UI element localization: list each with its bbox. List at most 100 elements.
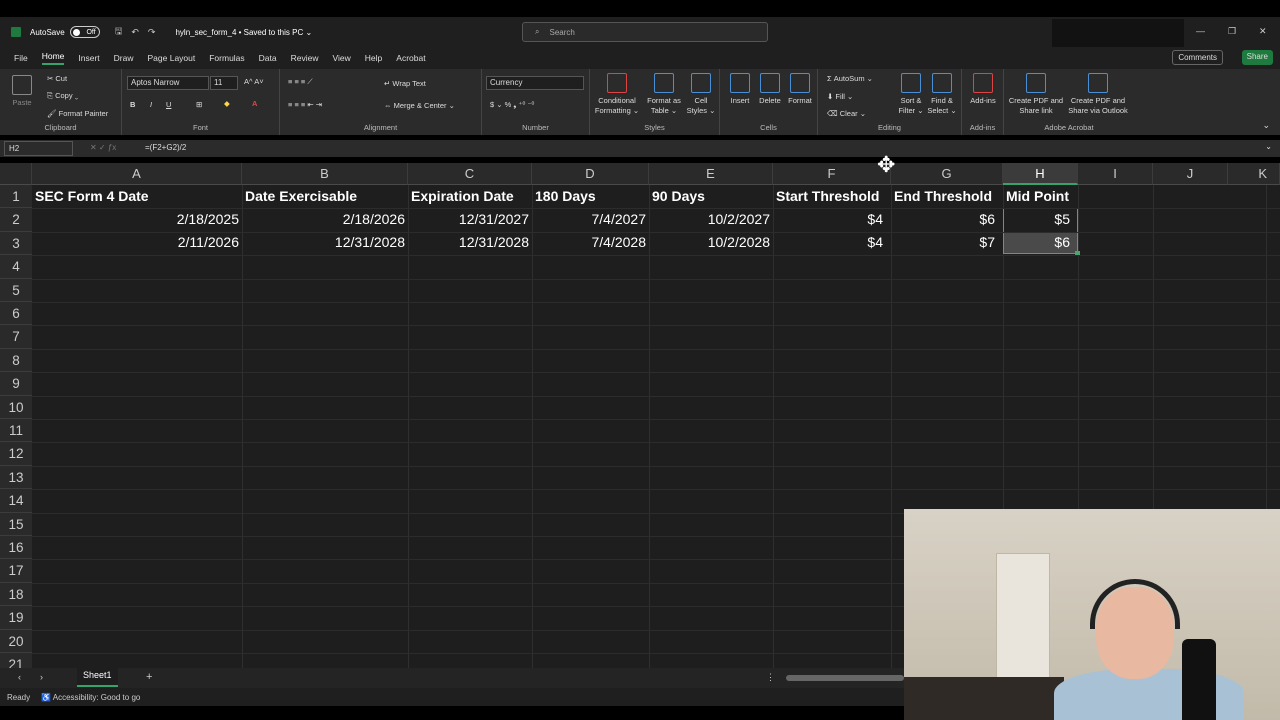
column-header-f[interactable]: F [773, 163, 891, 185]
cell-styles-button[interactable]: Cell Styles ⌄ [684, 73, 718, 116]
horizontal-scrollbar[interactable] [786, 675, 904, 681]
cell-d3[interactable]: 7/4/2028 [532, 231, 649, 254]
find-select-button[interactable]: Find & Select ⌄ [926, 73, 958, 116]
column-header-d[interactable]: D [532, 163, 649, 185]
cell-b2[interactable]: 2/18/2026 [242, 208, 408, 231]
add-sheet-icon[interactable]: + [146, 671, 152, 683]
cell-a1[interactable]: SEC Form 4 Date [32, 185, 242, 208]
column-header-b[interactable]: B [242, 163, 408, 185]
cell-f1[interactable]: Start Threshold [773, 185, 891, 208]
tab-draw[interactable]: Draw [114, 53, 134, 63]
column-header-c[interactable]: C [408, 163, 532, 185]
sort-filter-button[interactable]: Sort & Filter ⌄ [896, 73, 926, 116]
font-name-select[interactable]: Aptos Narrow [127, 76, 209, 90]
row-header-18[interactable]: 18 [0, 582, 32, 607]
cell-e2[interactable]: 10/2/2027 [649, 208, 773, 231]
merge-center-button[interactable]: ⇔ Merge & Center ⌄ [384, 101, 455, 110]
tab-view[interactable]: View [333, 53, 351, 63]
column-header-h[interactable]: H [1003, 163, 1078, 185]
cell-a2[interactable]: 2/18/2025 [32, 208, 242, 231]
row-header-7[interactable]: 7 [0, 325, 32, 349]
font-size-select[interactable]: 11 [210, 76, 238, 90]
column-header-a[interactable]: A [32, 163, 242, 185]
redo-icon[interactable]: ↷ [148, 27, 156, 38]
restore-icon[interactable]: ❐ [1228, 26, 1236, 37]
fill-button[interactable]: ⬇ Fill ⌄ [827, 92, 853, 101]
cell-d1[interactable]: 180 Days [532, 185, 649, 208]
conditional-formatting-button[interactable]: Conditional Formatting ⌄ [594, 73, 640, 116]
row-header-1[interactable]: 1 [0, 185, 32, 209]
row-header-16[interactable]: 16 [0, 536, 32, 560]
prev-sheet-icon[interactable]: ‹ [18, 672, 21, 682]
column-header-k[interactable]: K [1228, 163, 1280, 185]
search-box[interactable]: ⌕ Search [522, 22, 768, 42]
select-all-corner[interactable] [0, 163, 32, 185]
italic-button[interactable]: I [150, 100, 152, 109]
cell-a3[interactable]: 2/11/2026 [32, 231, 242, 254]
tab-splitter-icon[interactable]: ⋮ [766, 672, 775, 683]
tab-file[interactable]: File [14, 53, 28, 63]
row-header-10[interactable]: 10 [0, 395, 32, 419]
row-header-11[interactable]: 11 [0, 419, 32, 443]
cell-c2[interactable]: 12/31/2027 [408, 208, 532, 231]
row-header-3[interactable]: 3 [0, 231, 32, 256]
copy-button[interactable]: ⎘ Copy ⌄ [47, 91, 78, 101]
minimize-icon[interactable]: — [1196, 26, 1205, 36]
expand-formula-icon[interactable]: ⌄ [1265, 142, 1272, 151]
column-header-j[interactable]: J [1153, 163, 1228, 185]
cell-g1[interactable]: End Threshold [891, 185, 1003, 208]
grow-font-icon[interactable]: A^ A˅ [244, 77, 264, 86]
close-icon[interactable]: ✕ [1259, 26, 1267, 37]
save-icon[interactable]: 🖫 [115, 24, 123, 40]
cell-f3[interactable]: $4 [773, 231, 891, 254]
tab-help[interactable]: Help [365, 53, 382, 63]
currency-icon[interactable]: $ ⌄ % ❟ ⁺⁰ ⁻⁰ [490, 100, 534, 110]
row-header-2[interactable]: 2 [0, 208, 32, 232]
comments-button[interactable]: Comments [1172, 50, 1223, 65]
cell-c1[interactable]: Expiration Date [408, 185, 532, 208]
row-header-9[interactable]: 9 [0, 372, 32, 396]
align-top-icon[interactable]: ≡ ≡ ≡ ⟋ [288, 77, 313, 87]
column-header-i[interactable]: I [1078, 163, 1153, 185]
column-header-e[interactable]: E [649, 163, 773, 185]
autosave-toggle[interactable]: Off [69, 26, 100, 38]
row-header-5[interactable]: 5 [0, 278, 32, 302]
cell-g2[interactable]: $6 [891, 208, 1003, 231]
format-cells-button[interactable]: Format [786, 73, 814, 106]
row-header-14[interactable]: 14 [0, 489, 32, 513]
cell-e3[interactable]: 10/2/2028 [649, 231, 773, 254]
autosum-button[interactable]: Σ AutoSum ⌄ [827, 74, 873, 83]
undo-icon[interactable]: ↶ [131, 27, 139, 38]
cell-f2[interactable]: $4 [773, 208, 891, 231]
tab-acrobat[interactable]: Acrobat [396, 53, 425, 63]
font-color-icon[interactable]: A [252, 99, 257, 108]
cell-b3[interactable]: 12/31/2028 [242, 231, 408, 254]
addins-button[interactable]: Add-ins [966, 73, 1000, 106]
borders-icon[interactable]: ⊞ [196, 100, 202, 109]
next-sheet-icon[interactable]: › [40, 672, 43, 682]
row-header-20[interactable]: 20 [0, 629, 32, 653]
cut-button[interactable]: ✂ Cut [47, 74, 67, 83]
row-header-21[interactable]: 21 [0, 653, 32, 668]
row-header-19[interactable]: 19 [0, 606, 32, 630]
tab-data[interactable]: Data [259, 53, 277, 63]
number-format-select[interactable]: Currency [486, 76, 584, 90]
share-button[interactable]: Share [1241, 50, 1273, 65]
collapse-ribbon-icon[interactable]: ⌄ [1262, 120, 1270, 131]
tab-page-layout[interactable]: Page Layout [148, 53, 196, 63]
cell-d2[interactable]: 7/4/2027 [532, 208, 649, 231]
tab-review[interactable]: Review [291, 53, 319, 63]
create-pdf-link-button[interactable]: Create PDF and Share link [1008, 73, 1064, 116]
wrap-text-button[interactable]: ↵ Wrap Text [384, 79, 426, 88]
cell-h1[interactable]: Mid Point [1003, 185, 1078, 208]
formula-controls-icon[interactable]: ✕ ✓ ƒx [90, 143, 116, 152]
paste-button[interactable]: Paste [12, 75, 32, 108]
create-pdf-outlook-button[interactable]: Create PDF and Share via Outlook [1066, 73, 1130, 116]
tab-formulas[interactable]: Formulas [209, 53, 244, 63]
row-header-4[interactable]: 4 [0, 255, 32, 279]
bold-button[interactable]: B [130, 100, 135, 109]
cell-b1[interactable]: Date Exercisable [242, 185, 408, 208]
row-header-15[interactable]: 15 [0, 512, 32, 536]
file-name[interactable]: hyln_sec_form_4 • Saved to this PC ⌄ [175, 28, 312, 37]
clear-button[interactable]: ⌫ Clear ⌄ [827, 109, 866, 118]
